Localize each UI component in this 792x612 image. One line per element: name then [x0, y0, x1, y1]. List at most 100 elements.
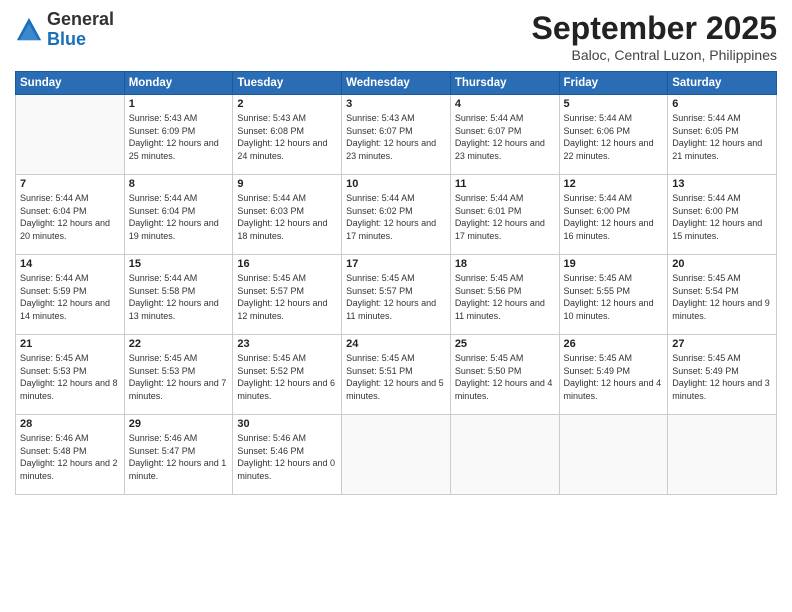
day-number: 17	[346, 258, 446, 270]
day-cell: 8Sunrise: 5:44 AMSunset: 6:04 PMDaylight…	[124, 175, 233, 255]
day-cell: 11Sunrise: 5:44 AMSunset: 6:01 PMDayligh…	[450, 175, 559, 255]
day-info: Sunrise: 5:43 AMSunset: 6:09 PMDaylight:…	[129, 112, 229, 162]
day-info: Sunrise: 5:45 AMSunset: 5:49 PMDaylight:…	[672, 352, 772, 402]
day-number: 29	[129, 418, 229, 430]
calendar: Sunday Monday Tuesday Wednesday Thursday…	[15, 71, 777, 495]
day-info: Sunrise: 5:44 AMSunset: 6:05 PMDaylight:…	[672, 112, 772, 162]
col-thursday: Thursday	[450, 72, 559, 95]
logo-text: General Blue	[47, 10, 114, 50]
day-number: 6	[672, 98, 772, 110]
day-info: Sunrise: 5:45 AMSunset: 5:49 PMDaylight:…	[564, 352, 664, 402]
day-cell: 15 Sunrise: 5:44 AMSunset: 5:58 PMDayligh…	[124, 255, 233, 335]
day-cell: 27 Sunrise: 5:45 AMSunset: 5:49 PMDayligh…	[668, 335, 777, 415]
logo: General Blue	[15, 10, 114, 50]
day-info: Sunrise: 5:44 AMSunset: 6:07 PMDaylight:…	[455, 112, 555, 162]
day-cell: 25Sunrise: 5:45 AMSunset: 5:50 PMDayligh…	[450, 335, 559, 415]
day-cell: 7 Sunrise: 5:44 AMSunset: 6:04 PMDaylight…	[16, 175, 125, 255]
day-info: Sunrise: 5:44 AMSunset: 6:03 PMDaylight:…	[237, 192, 337, 242]
day-cell: 18 Sunrise: 5:45 AMSunset: 5:56 PMDayligh…	[450, 255, 559, 335]
day-info: Sunrise: 5:46 AMSunset: 5:47 PMDaylight:…	[129, 432, 229, 482]
week-row-3: 14 Sunrise: 5:44 AMSunset: 5:59 PMDayligh…	[16, 255, 777, 335]
location: Baloc, Central Luzon, Philippines	[532, 47, 777, 63]
day-number: 27	[672, 338, 772, 350]
day-cell: 16Sunrise: 5:45 AMSunset: 5:57 PMDayligh…	[233, 255, 342, 335]
day-cell: 4Sunrise: 5:44 AMSunset: 6:07 PMDaylight…	[450, 95, 559, 175]
day-cell: 28Sunrise: 5:46 AMSunset: 5:48 PMDayligh…	[16, 415, 125, 495]
day-number: 14	[20, 258, 120, 270]
day-cell	[16, 95, 125, 175]
day-cell	[559, 415, 668, 495]
logo-blue: Blue	[47, 29, 86, 49]
day-number: 22	[129, 338, 229, 350]
day-number: 13	[672, 178, 772, 190]
day-info: Sunrise: 5:44 AMSunset: 5:59 PMDaylight:…	[20, 272, 120, 322]
day-cell: 21 Sunrise: 5:45 AMSunset: 5:53 PMDayligh…	[16, 335, 125, 415]
day-number: 5	[564, 98, 664, 110]
day-info: Sunrise: 5:46 AMSunset: 5:46 PMDaylight:…	[237, 432, 337, 482]
day-info: Sunrise: 5:43 AMSunset: 6:07 PMDaylight:…	[346, 112, 446, 162]
day-info: Sunrise: 5:45 AMSunset: 5:54 PMDaylight:…	[672, 272, 772, 322]
col-tuesday: Tuesday	[233, 72, 342, 95]
day-cell: 26Sunrise: 5:45 AMSunset: 5:49 PMDayligh…	[559, 335, 668, 415]
day-info: Sunrise: 5:44 AMSunset: 6:02 PMDaylight:…	[346, 192, 446, 242]
week-row-4: 21 Sunrise: 5:45 AMSunset: 5:53 PMDayligh…	[16, 335, 777, 415]
week-row-2: 7 Sunrise: 5:44 AMSunset: 6:04 PMDaylight…	[16, 175, 777, 255]
week-row-5: 28Sunrise: 5:46 AMSunset: 5:48 PMDayligh…	[16, 415, 777, 495]
day-cell: 12 Sunrise: 5:44 AMSunset: 6:00 PMDayligh…	[559, 175, 668, 255]
title-block: September 2025 Baloc, Central Luzon, Phi…	[532, 10, 777, 63]
day-cell: 23 Sunrise: 5:45 AMSunset: 5:52 PMDayligh…	[233, 335, 342, 415]
page: General Blue September 2025 Baloc, Centr…	[0, 0, 792, 612]
day-cell: 17 Sunrise: 5:45 AMSunset: 5:57 PMDayligh…	[342, 255, 451, 335]
col-monday: Monday	[124, 72, 233, 95]
day-number: 23	[237, 338, 337, 350]
day-cell	[450, 415, 559, 495]
week-row-1: 1Sunrise: 5:43 AMSunset: 6:09 PMDaylight…	[16, 95, 777, 175]
day-number: 28	[20, 418, 120, 430]
day-info: Sunrise: 5:45 AMSunset: 5:56 PMDaylight:…	[455, 272, 555, 322]
day-info: Sunrise: 5:44 AMSunset: 6:06 PMDaylight:…	[564, 112, 664, 162]
col-friday: Friday	[559, 72, 668, 95]
col-saturday: Saturday	[668, 72, 777, 95]
day-info: Sunrise: 5:45 AMSunset: 5:53 PMDaylight:…	[20, 352, 120, 402]
day-cell: 30 Sunrise: 5:46 AMSunset: 5:46 PMDayligh…	[233, 415, 342, 495]
day-info: Sunrise: 5:44 AMSunset: 6:00 PMDaylight:…	[564, 192, 664, 242]
day-info: Sunrise: 5:45 AMSunset: 5:52 PMDaylight:…	[237, 352, 337, 402]
day-number: 18	[455, 258, 555, 270]
day-number: 25	[455, 338, 555, 350]
day-info: Sunrise: 5:45 AMSunset: 5:57 PMDaylight:…	[346, 272, 446, 322]
day-cell: 1Sunrise: 5:43 AMSunset: 6:09 PMDaylight…	[124, 95, 233, 175]
day-cell: 29 Sunrise: 5:46 AMSunset: 5:47 PMDayligh…	[124, 415, 233, 495]
day-number: 21	[20, 338, 120, 350]
day-info: Sunrise: 5:45 AMSunset: 5:51 PMDaylight:…	[346, 352, 446, 402]
day-info: Sunrise: 5:44 AMSunset: 6:04 PMDaylight:…	[129, 192, 229, 242]
header: General Blue September 2025 Baloc, Centr…	[15, 10, 777, 63]
day-number: 12	[564, 178, 664, 190]
day-info: Sunrise: 5:45 AMSunset: 5:57 PMDaylight:…	[237, 272, 337, 322]
col-sunday: Sunday	[16, 72, 125, 95]
day-cell: 5 Sunrise: 5:44 AMSunset: 6:06 PMDaylight…	[559, 95, 668, 175]
month-title: September 2025	[532, 10, 777, 47]
day-number: 3	[346, 98, 446, 110]
day-number: 7	[20, 178, 120, 190]
day-info: Sunrise: 5:44 AMSunset: 6:04 PMDaylight:…	[20, 192, 120, 242]
day-cell: 19Sunrise: 5:45 AMSunset: 5:55 PMDayligh…	[559, 255, 668, 335]
day-cell: 13Sunrise: 5:44 AMSunset: 6:00 PMDayligh…	[668, 175, 777, 255]
day-number: 2	[237, 98, 337, 110]
day-number: 20	[672, 258, 772, 270]
day-number: 9	[237, 178, 337, 190]
day-number: 11	[455, 178, 555, 190]
day-number: 24	[346, 338, 446, 350]
day-cell: 6 Sunrise: 5:44 AMSunset: 6:05 PMDaylight…	[668, 95, 777, 175]
day-cell: 20 Sunrise: 5:45 AMSunset: 5:54 PMDayligh…	[668, 255, 777, 335]
day-cell: 10Sunrise: 5:44 AMSunset: 6:02 PMDayligh…	[342, 175, 451, 255]
day-info: Sunrise: 5:45 AMSunset: 5:53 PMDaylight:…	[129, 352, 229, 402]
col-wednesday: Wednesday	[342, 72, 451, 95]
day-cell: 3 Sunrise: 5:43 AMSunset: 6:07 PMDaylight…	[342, 95, 451, 175]
day-number: 15	[129, 258, 229, 270]
day-info: Sunrise: 5:43 AMSunset: 6:08 PMDaylight:…	[237, 112, 337, 162]
calendar-header-row: Sunday Monday Tuesday Wednesday Thursday…	[16, 72, 777, 95]
day-cell: 14 Sunrise: 5:44 AMSunset: 5:59 PMDayligh…	[16, 255, 125, 335]
day-number: 30	[237, 418, 337, 430]
day-info: Sunrise: 5:44 AMSunset: 5:58 PMDaylight:…	[129, 272, 229, 322]
day-cell: 9 Sunrise: 5:44 AMSunset: 6:03 PMDaylight…	[233, 175, 342, 255]
